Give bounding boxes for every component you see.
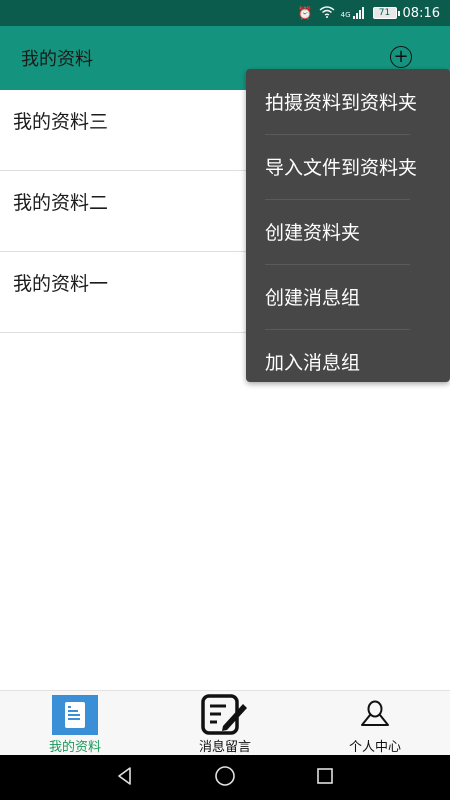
- status-bar: ⏰ 4G 71 08:16: [0, 0, 450, 26]
- tab-label: 个人中心: [348, 740, 401, 755]
- alarm-icon: ⏰: [297, 6, 313, 20]
- tab-label: 我的资料: [48, 740, 101, 755]
- network-type-label: 4G: [340, 11, 351, 19]
- list-item-label: 我的资料一: [13, 273, 109, 295]
- tab-my-materials[interactable]: 我的资料: [0, 691, 150, 755]
- signal-icon: 4G: [341, 7, 367, 19]
- wifi-icon: [319, 5, 335, 21]
- menu-item-create-folder[interactable]: 创建资料夹: [246, 199, 450, 264]
- status-time: 08:16: [402, 5, 440, 21]
- tab-bar: 我的资料 消息留言 个人中心: [0, 690, 450, 755]
- plus-circle-icon[interactable]: +: [390, 46, 412, 68]
- edit-note-icon: [201, 693, 249, 736]
- page-title: 我的资料: [21, 49, 93, 70]
- battery-level: 71: [378, 8, 391, 18]
- recents-icon[interactable]: [315, 766, 335, 790]
- home-icon[interactable]: [214, 765, 236, 791]
- menu-item-create-group[interactable]: 创建消息组: [246, 264, 450, 329]
- list-item-label: 我的资料三: [13, 111, 109, 133]
- person-icon: [359, 693, 391, 736]
- add-menu: 拍摄资料到资料夹 导入文件到资料夹 创建资料夹 创建消息组 加入消息组: [246, 69, 450, 382]
- back-icon[interactable]: [115, 766, 135, 790]
- system-nav-bar: [0, 755, 450, 800]
- menu-item-capture-to-folder[interactable]: 拍摄资料到资料夹: [246, 69, 450, 134]
- tab-profile[interactable]: 个人中心: [300, 691, 450, 755]
- tab-label: 消息留言: [198, 740, 251, 755]
- battery-icon: 71: [372, 7, 400, 19]
- tab-messages[interactable]: 消息留言: [150, 691, 300, 755]
- document-icon: [52, 693, 98, 736]
- list-item-label: 我的资料二: [13, 192, 109, 214]
- menu-item-join-group[interactable]: 加入消息组: [246, 329, 450, 394]
- menu-item-import-to-folder[interactable]: 导入文件到资料夹: [246, 134, 450, 199]
